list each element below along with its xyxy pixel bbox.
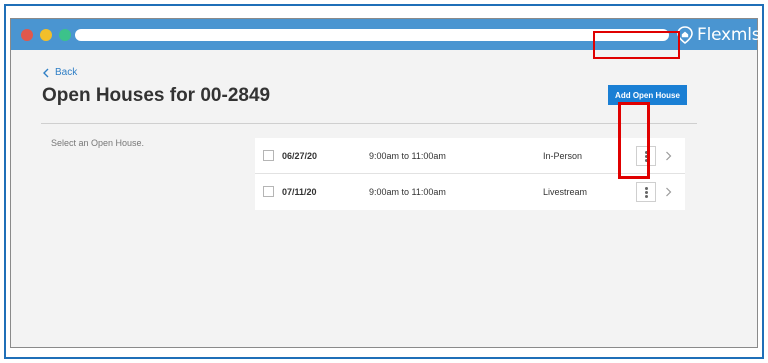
add-button-highlight-box [593,31,680,59]
page-title: Open Houses for 00-2849 [42,85,271,106]
row-checkbox[interactable] [263,150,274,161]
close-window-dot[interactable] [21,29,33,41]
open-house-date: 06/27/20 [282,151,318,161]
row-checkbox[interactable] [263,186,274,197]
back-link[interactable]: Back [42,67,77,78]
open-house-type: In-Person [543,151,583,161]
options-menu-highlight-box [618,102,650,179]
brand-name: Flexmls [697,25,761,45]
select-prompt: Select an Open House. [51,138,145,148]
open-house-row[interactable]: 07/11/20 9:00am to 11:00am Livestream [255,174,685,210]
maximize-window-dot[interactable] [59,29,71,41]
main-content: Back Open Houses for 00-2849 Add Open Ho… [11,50,757,347]
open-house-time: 9:00am to 11:00am [369,187,446,197]
open-house-type: Livestream [543,187,588,197]
browser-window: Flexmls Back Open Houses for 00-2849 Add… [10,18,761,348]
more-options-icon[interactable] [636,182,656,202]
address-bar[interactable] [75,29,669,41]
chevron-left-icon [43,68,49,77]
open-house-date: 07/11/20 [282,187,317,197]
chevron-right-icon[interactable] [665,151,672,161]
minimize-window-dot[interactable] [40,29,52,41]
brand-logo: Flexmls [677,25,761,45]
open-house-time: 9:00am to 11:00am [369,151,446,161]
header-divider [41,123,697,124]
back-link-label: Back [55,67,78,78]
chevron-right-icon[interactable] [665,187,672,197]
